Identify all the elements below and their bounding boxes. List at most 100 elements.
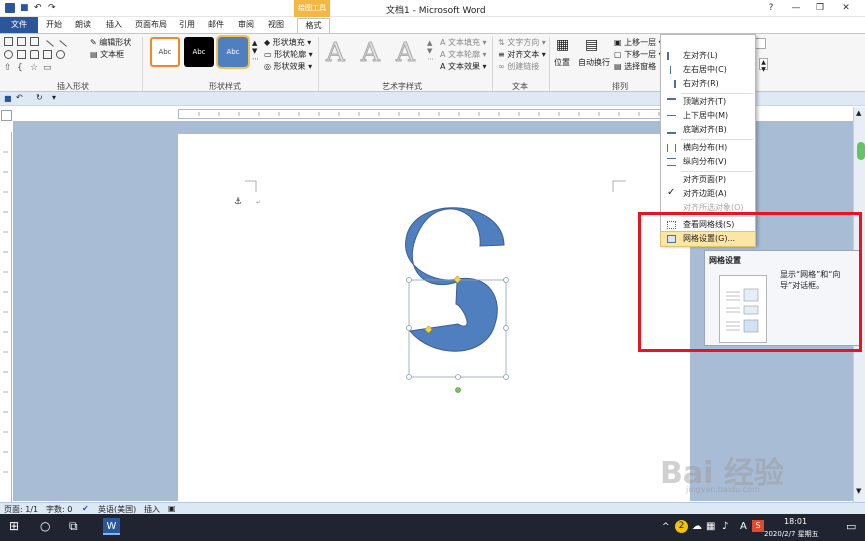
style-gallery-scroll-icon[interactable]: ▲ ▼ ⋯ [252,39,259,63]
menu-item-align-to-page[interactable]: 对齐页面(P) [661,173,755,187]
task-view-icon[interactable]: ⧉ [69,519,78,534]
resize-handle[interactable] [503,325,509,331]
redo-icon[interactable]: ↷ [48,3,58,13]
resize-handle[interactable] [406,374,412,380]
close-button[interactable]: ✕ [836,1,856,15]
edit-shape-button[interactable]: ✎ 编辑形状 [90,37,131,48]
redo-icon[interactable]: ↻ [36,93,43,102]
restore-button[interactable]: ❐ [810,1,830,15]
arrow-up-shape-icon[interactable]: ⇧ [4,63,13,73]
customize-qat-icon[interactable]: ▾ [52,93,56,102]
wordart-style-2[interactable]: A [361,38,381,69]
rotate-handle[interactable] [455,387,461,393]
triangle-shape-icon[interactable] [30,50,39,59]
tab-file[interactable]: 文件 [0,17,38,33]
scroll-up-icon[interactable]: ▲ [856,109,861,117]
width-spinner[interactable]: ▲ ▼ [759,58,768,73]
proofing-icon[interactable]: ✔ [82,504,89,513]
wrap-text-icon[interactable]: ▤ [585,37,598,53]
tray-app-icon[interactable]: 2 [675,520,688,533]
wrap-text-button[interactable]: 自动换行 [578,57,610,68]
position-icon[interactable]: ▦ [556,37,569,53]
tab-insert[interactable]: 插入 [104,18,124,33]
menu-item-align-to-margin[interactable]: ✓ 对齐边距(A) [661,187,755,201]
tab-view[interactable]: 视图 [266,18,286,33]
help-icon[interactable]: ? [761,1,781,15]
text-box-button[interactable]: ▤ 文本框 [90,49,124,60]
horizontal-ruler[interactable] [178,109,690,119]
shape-gallery[interactable]: ⇧ { ☆ ▭ [4,37,82,73]
resize-handle[interactable] [406,325,412,331]
ime-indicator[interactable]: A [740,521,747,532]
text-fill-button[interactable]: A 文本填充 ▾ [440,37,487,48]
tab-home[interactable]: 开始 [44,18,64,33]
wordart-style-3[interactable]: A [396,38,416,69]
scroll-down-icon[interactable]: ▼ [856,487,861,495]
tray-expand-icon[interactable]: ^ [662,522,670,532]
undo-icon[interactable]: ↶ [16,93,23,102]
save-icon[interactable]: ■ [20,3,30,13]
text-effects-button[interactable]: A 文本效果 ▾ [440,61,487,72]
align-text-button[interactable]: ≡ 对齐文本 ▾ [498,49,546,60]
menu-item-distribute-vertically[interactable]: 纵向分布(V) [661,155,755,169]
circle-shape-icon[interactable] [56,50,65,59]
tab-review[interactable]: 审阅 [236,18,256,33]
search-icon[interactable]: ○ [40,519,50,533]
resize-handle[interactable] [503,374,509,380]
resize-handle[interactable] [455,374,461,380]
shape-effects-button[interactable]: ◎ 形状效果 ▾ [264,61,312,72]
position-button[interactable]: 位置 [554,57,570,68]
tab-selector[interactable] [1,110,12,121]
volume-icon[interactable]: ♪ [722,521,728,532]
save-icon[interactable]: ■ [4,94,12,103]
wordart-gallery-scroll-icon[interactable]: ▲ ▼ ⋯ [427,39,434,63]
connector-shape-icon[interactable] [43,50,52,59]
rect-shape-icon[interactable] [17,50,26,59]
star-shape-icon[interactable]: ☆ [30,63,39,73]
shape-outline-button[interactable]: ▭ 形状轮廓 ▾ [264,49,313,60]
clock-time[interactable]: 18:01 [784,517,807,526]
selection-pane-button[interactable]: ▤ 选择窗格 [614,61,656,72]
tab-format[interactable]: 格式 [297,18,330,33]
textbox-shape-icon[interactable] [17,37,26,46]
tab-mailings[interactable]: 邮件 [206,18,226,33]
word-taskbar-icon[interactable]: W [103,518,120,535]
menu-item-align-center[interactable]: 左右居中(C) [661,63,755,77]
tab-references[interactable]: 引用 [177,18,197,33]
undo-icon[interactable]: ↶ [34,3,44,13]
tab-page-layout[interactable]: 页面布局 [133,18,169,33]
windows-start-icon[interactable]: ⊞ [9,519,19,533]
sogou-ime-icon[interactable]: S [752,520,764,532]
menu-item-align-middle[interactable]: 上下居中(M) [661,109,755,123]
tab-read-aloud[interactable]: 朗读 [73,18,93,33]
onedrive-icon[interactable]: ☁ [692,521,702,532]
document-page[interactable]: ⚓ ↵ [178,134,690,502]
callout-shape-icon[interactable]: ▭ [43,63,52,73]
text-outline-button[interactable]: A 文本轮廓 ▾ [440,49,487,60]
menu-item-distribute-horizontally[interactable]: 横向分布(H) [661,141,755,155]
create-link-button[interactable]: ∞ 创建链接 [498,61,539,72]
shape-fill-button[interactable]: ◆ 形状填充 ▾ [264,37,311,48]
send-backward-button[interactable]: ▢ 下移一层 ▾ [614,49,663,60]
wordart-style-1[interactable]: A [326,38,346,69]
rect-shape-icon[interactable] [4,37,13,46]
rect-shape-icon[interactable] [30,37,39,46]
resize-handle[interactable] [503,277,509,283]
vertical-ruler[interactable] [0,132,12,502]
menu-item-align-right[interactable]: 右对齐(R) [661,77,755,91]
notification-center-icon[interactable]: ▭ [846,520,856,533]
bring-forward-button[interactable]: ▣ 上移一层 ▾ [614,37,663,48]
shape-style-black-fill[interactable]: Abc [184,37,214,67]
scroll-thumb[interactable] [857,142,865,160]
clock-date[interactable]: 2020/2/7 星期五 [764,529,819,539]
minimize-button[interactable]: — [786,1,806,15]
oval-shape-icon[interactable] [4,50,13,59]
menu-item-align-top[interactable]: 顶端对齐(T) [661,95,755,109]
text-direction-button[interactable]: ⇅ 文字方向 ▾ [498,37,546,48]
shape-style-orange-outline[interactable]: Abc [150,37,180,67]
menu-item-align-bottom[interactable]: 底端对齐(B) [661,123,755,137]
shape-style-blue-fill[interactable]: Abc [216,35,250,69]
curly-bracket-shape-icon[interactable]: { [17,63,26,73]
network-icon[interactable]: ▦ [706,521,715,532]
macro-recording-icon[interactable]: ▣ [168,504,176,513]
